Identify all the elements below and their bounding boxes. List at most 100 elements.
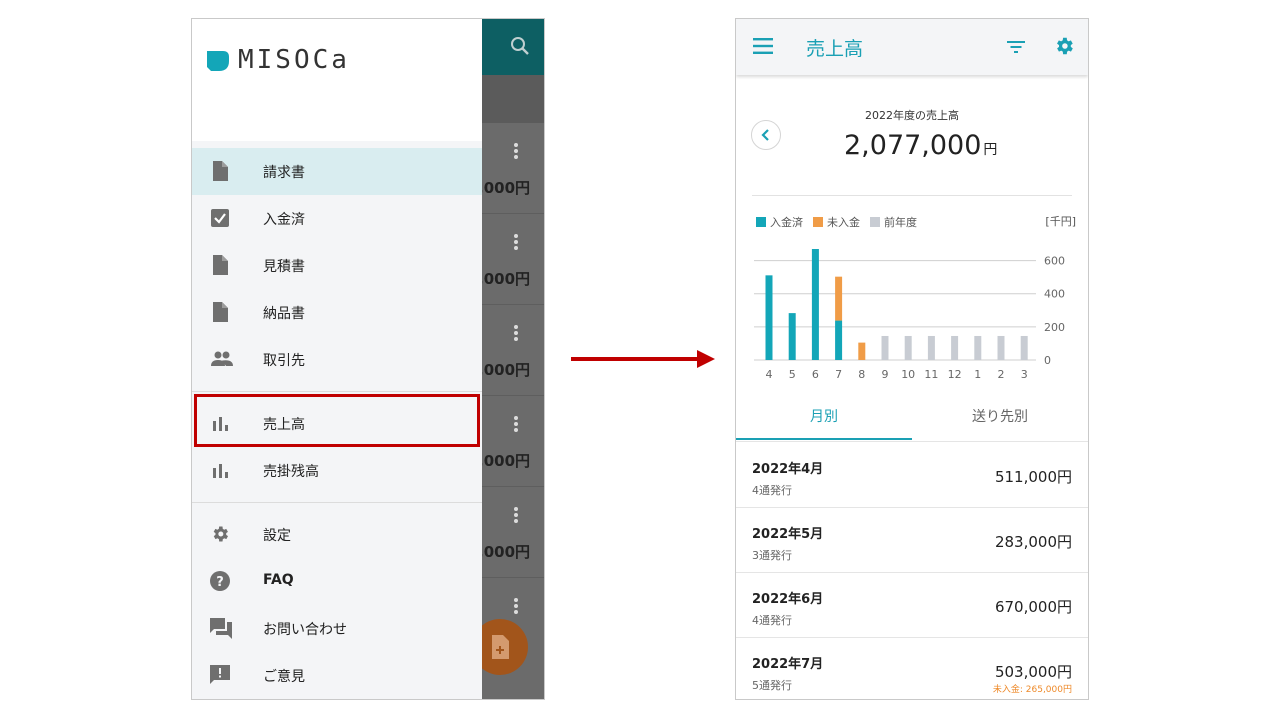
page-title: 売上高: [806, 38, 864, 60]
chart-bar: [811, 249, 819, 360]
x-tick-label: 4: [766, 368, 773, 381]
background-amount: ,000円: [478, 452, 531, 470]
checkbox-icon: [211, 209, 229, 227]
drawer-item-label: 請求書: [263, 165, 305, 181]
y-tick-label: 200: [1044, 321, 1065, 334]
chart-bar: [858, 342, 866, 360]
chart-bar: [927, 335, 935, 360]
chart-bar: [904, 335, 912, 360]
chart-bar: [788, 313, 796, 360]
row-count: 3通発行: [752, 549, 792, 562]
drawer-item-label: 設定: [263, 528, 291, 544]
divider: [752, 195, 1072, 196]
x-tick-label: 10: [901, 368, 915, 381]
month-row[interactable]: 2022年6月 4通発行 670,000円: [736, 572, 1088, 638]
drawer-item-invoices[interactable]: 請求書: [192, 148, 482, 195]
drawer-item-clients[interactable]: 取引先: [192, 336, 482, 383]
x-tick-label: 1: [974, 368, 981, 381]
more-vert-icon: [514, 416, 518, 432]
month-row[interactable]: 2022年7月 5通発行 503,000円 未入金: 265,000円: [736, 637, 1088, 699]
month-row[interactable]: 2022年4月 4通発行 511,000円: [736, 442, 1088, 508]
legend-label: 入金済: [770, 215, 803, 229]
chart-bar: [881, 335, 889, 360]
background-list-item: ,000円: [478, 396, 544, 487]
row-month: 2022年7月: [752, 657, 824, 672]
app-bar: [736, 19, 1088, 75]
more-vert-icon: [514, 143, 518, 159]
period-subtitle: 2022年度の売上高: [865, 109, 959, 122]
arrow-head: [697, 350, 715, 368]
row-month: 2022年6月: [752, 592, 824, 607]
tab-indicator: [736, 438, 912, 440]
drawer-item-label: 取引先: [263, 353, 305, 369]
drawer-screen: ,000円 ,000円 ,000円 ,000円 ,000円 MISOCa 請求書…: [191, 18, 545, 700]
document-icon: [213, 255, 228, 275]
drawer-item-estimates[interactable]: 見積書: [192, 242, 482, 289]
tab-by-client[interactable]: 送り先別: [912, 399, 1088, 441]
legend-swatch: [756, 217, 766, 227]
more-vert-icon: [514, 234, 518, 250]
row-count: 5通発行: [752, 679, 792, 692]
drawer-item-receivables[interactable]: 売掛残高: [192, 447, 482, 494]
drawer-item-label: 納品書: [263, 306, 305, 322]
month-row[interactable]: 2022年5月 3通発行 283,000円: [736, 507, 1088, 573]
hamburger-menu-icon[interactable]: [752, 37, 774, 55]
filter-icon[interactable]: [1006, 39, 1026, 55]
chart-bar: [951, 335, 959, 360]
row-count: 4通発行: [752, 614, 792, 627]
x-tick-label: 9: [882, 368, 889, 381]
background-amount: ,000円: [478, 361, 531, 379]
row-count: 4通発行: [752, 484, 792, 497]
drawer-item-label: 入金済: [263, 212, 305, 228]
misoca-logo-mark: [207, 51, 229, 71]
drawer-item-settings[interactable]: 設定: [192, 511, 482, 558]
drawer-item-feedback[interactable]: ご意見: [192, 652, 482, 699]
drawer-item-label: FAQ: [263, 572, 294, 588]
sales-total: 2,077,000 円: [844, 130, 997, 161]
x-tick-label: 8: [858, 368, 865, 381]
search-icon: [511, 37, 529, 55]
y-tick-label: 0: [1044, 354, 1051, 367]
people-icon: [211, 351, 233, 366]
background-amount: ,000円: [478, 179, 531, 197]
sales-total-unit: 円: [983, 142, 998, 158]
drawer-item-contact[interactable]: お問い合わせ: [192, 605, 482, 652]
legend-swatch: [870, 217, 880, 227]
sales-total-value: 2,077,000: [844, 130, 982, 161]
drawer-item-faq[interactable]: ? FAQ: [192, 558, 482, 605]
document-icon: [213, 302, 228, 322]
y-tick-label: 400: [1044, 288, 1065, 301]
tab-monthly[interactable]: 月別: [736, 399, 912, 441]
chart-bar: [835, 276, 843, 321]
chat-icon: [210, 618, 232, 639]
sales-bar-chart: 入金済 未入金 前年度 [千円]02004006004 5 6 7 8 9 10 11 12 1 2 3: [754, 215, 1076, 381]
help-icon: ?: [210, 571, 230, 591]
x-tick-label: 11: [924, 368, 938, 381]
previous-period-button[interactable]: [751, 120, 781, 150]
chart-bar: [1020, 335, 1028, 360]
chart-bar: [974, 335, 982, 360]
x-tick-label: 2: [998, 368, 1005, 381]
drawer-divider: [192, 391, 482, 392]
legend-label: 未入金: [827, 215, 860, 229]
document-icon: [213, 161, 228, 181]
row-amount: 670,000円: [994, 598, 1072, 616]
drawer-item-label: お問い合わせ: [263, 622, 347, 638]
row-amount: 503,000円: [994, 663, 1072, 681]
sales-screen: 売上高 2022年度の売上高 2,077,000 円 入金済 未入金 前年度 [千円] 0…: [735, 18, 1089, 700]
row-month: 2022年5月: [752, 527, 824, 542]
bar-chart-icon: [213, 464, 228, 478]
drawer-item-paid[interactable]: 入金済: [192, 195, 482, 242]
unit-label: [千円]: [1045, 215, 1076, 228]
drawer-item-delivery-notes[interactable]: 納品書: [192, 289, 482, 336]
x-tick-label: 7: [835, 368, 842, 381]
row-amount: 511,000円: [994, 468, 1072, 486]
gear-icon[interactable]: [1053, 35, 1075, 57]
legend-swatch: [813, 217, 823, 227]
drawer-item-label: 売掛残高: [263, 464, 319, 480]
tab-bar: 月別 送り先別: [736, 399, 1088, 442]
svg-text:?: ?: [216, 575, 224, 590]
sales-highlight-box: [194, 394, 480, 447]
row-month: 2022年4月: [752, 462, 824, 477]
background-list-item: ,000円: [478, 305, 544, 396]
